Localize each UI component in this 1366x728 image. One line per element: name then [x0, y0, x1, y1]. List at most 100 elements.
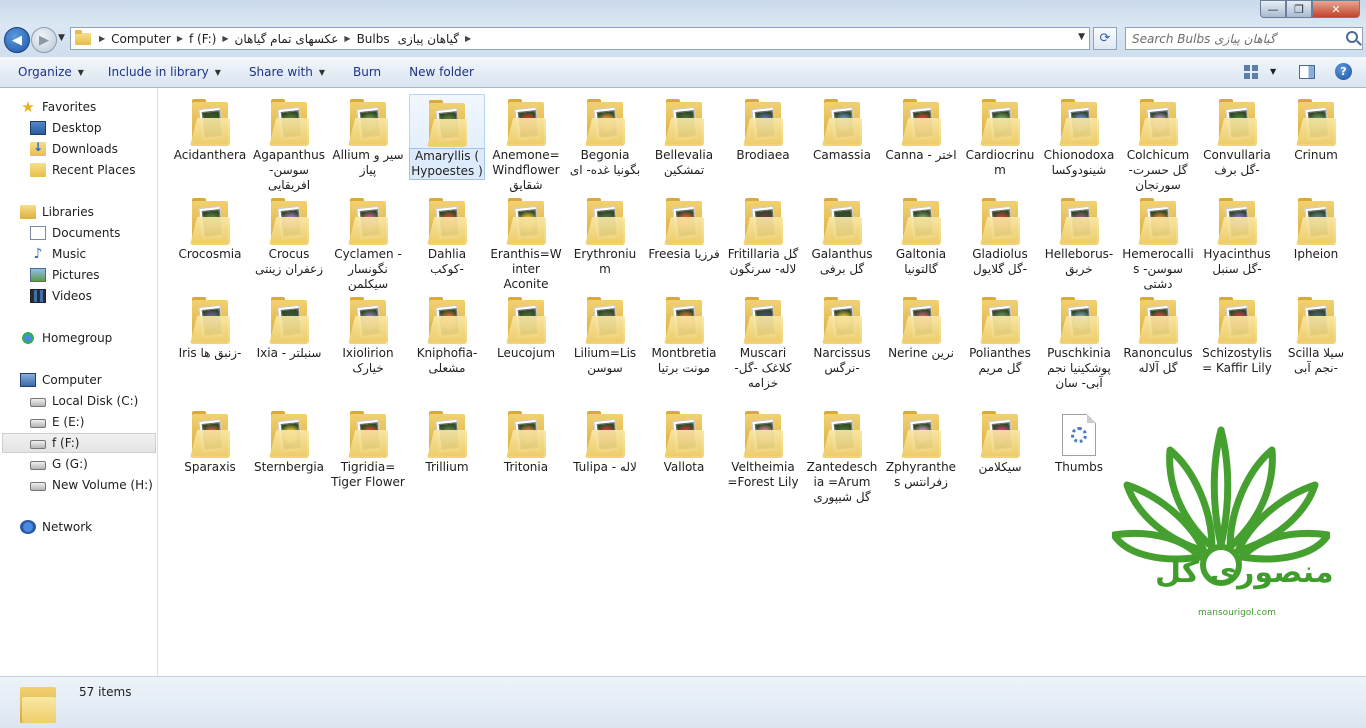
folder-item[interactable]: Amaryllis ( Hypoestes ) [409, 94, 485, 180]
folder-item[interactable]: Sternbergia [251, 406, 327, 475]
folder-item[interactable]: Montbretia مونت برتیا [646, 292, 722, 376]
change-view-icon[interactable] [1244, 65, 1258, 79]
folder-item[interactable]: Crocosmia [172, 193, 248, 262]
help-icon[interactable]: ? [1335, 63, 1352, 80]
folder-item[interactable]: Allium سیر و پیاز [330, 94, 406, 178]
folder-item[interactable]: Dahlia کوکب- [409, 193, 485, 277]
folder-item[interactable]: Cardiocrinum [962, 94, 1038, 178]
nav-downloads[interactable]: Downloads [30, 139, 118, 159]
folder-item[interactable]: Helleborus- خربق [1041, 193, 1117, 277]
preview-pane-icon[interactable] [1299, 65, 1315, 79]
breadcrumb-bulb-plants[interactable]: گیاهان پیازی [398, 32, 459, 46]
nav-music[interactable]: ♪ Music [30, 244, 87, 264]
folder-item[interactable]: Colchicum گل حسرت- سورنجان [1120, 94, 1196, 193]
folder-item[interactable]: Sparaxis [172, 406, 248, 475]
folder-item[interactable]: Lilium=Lis سوسن [567, 292, 643, 376]
folder-item[interactable]: Tigridia= Tiger Flower [330, 406, 406, 490]
folder-item[interactable]: Galanthus گل برفی [804, 193, 880, 277]
nav-documents[interactable]: Documents [30, 223, 120, 243]
folder-item[interactable]: Narcissus نرگس- [804, 292, 880, 376]
folder-item[interactable]: Polianthes گل مریم [962, 292, 1038, 376]
folder-item[interactable]: Gladiolus گل گلایول- [962, 193, 1038, 277]
folder-item[interactable]: Cyclamen - نگونسار سیکلمن [330, 193, 406, 292]
minimize-button[interactable]: — [1260, 0, 1286, 18]
folder-item[interactable]: Puschkinia پوشکینیا نجم آبی- سان [1041, 292, 1117, 391]
folder-item[interactable]: Zantedeschia =Arum گل شیپوری [804, 406, 880, 505]
folder-item[interactable]: Schizostylis = Kaffir Lily [1199, 292, 1275, 376]
folder-item[interactable]: Crinum [1278, 94, 1354, 163]
folder-item[interactable]: Muscari کلاغک -گل- خزامه [725, 292, 801, 391]
folder-item[interactable]: Ipheion [1278, 193, 1354, 262]
search-input[interactable]: Search Bulbs گیاهان پیازی [1125, 27, 1363, 50]
folder-label: Cyclamen - نگونسار سیکلمن [334, 247, 402, 291]
folder-item[interactable]: Chionodoxa شینودوکسا [1041, 94, 1117, 178]
address-bar[interactable]: ▶ Computer ▶ f (F:) ▶ عکسهای تمام گیاهان… [70, 27, 1090, 50]
folder-item[interactable]: Zphyranthes زفرانتس [883, 406, 959, 490]
folder-item[interactable]: Brodiaea [725, 94, 801, 163]
folder-item[interactable]: Hemerocallis سوسن- دشتی [1120, 193, 1196, 292]
folder-item[interactable]: Eranthis=Winter Aconite [488, 193, 564, 292]
folder-item[interactable]: Ixiolirion خیارک [330, 292, 406, 376]
folder-item[interactable]: Ranonculus گل آلاله [1120, 292, 1196, 376]
breadcrumb-bulbs[interactable]: Bulbs [357, 32, 390, 46]
chevron-down-icon[interactable]: ▼ [1270, 67, 1276, 76]
folder-item[interactable]: Tritonia [488, 406, 564, 475]
nav-pictures[interactable]: Pictures [30, 265, 100, 285]
refresh-button[interactable]: ⟳ [1093, 27, 1117, 50]
nav-recent-places[interactable]: Recent Places [30, 160, 135, 180]
nav-libraries[interactable]: Libraries [20, 202, 94, 222]
burn-button[interactable]: Burn [353, 65, 381, 79]
folder-item[interactable]: Anemone=Windflower شقایق [488, 94, 564, 193]
folder-item[interactable]: Scilla سیلا نجم آبی- [1278, 292, 1354, 376]
folder-item[interactable]: Bellevalia تمشکین [646, 94, 722, 178]
folder-item[interactable]: Trillium [409, 406, 485, 475]
back-button[interactable]: ◀ [4, 27, 30, 53]
nav-videos[interactable]: Videos [30, 286, 92, 306]
folder-item[interactable]: سیکلامن [962, 406, 1038, 475]
folder-item[interactable]: Canna - اختر [883, 94, 959, 163]
nav-favorites[interactable]: ★ Favorites [20, 97, 96, 117]
folder-item[interactable]: Hyacinthus گل سنبل- [1199, 193, 1275, 277]
organize-button[interactable]: Organize ▼ [18, 65, 84, 79]
folder-item[interactable]: Veltheimia =Forest Lily [725, 406, 801, 490]
folder-item[interactable]: Iris زنبق ها- [172, 292, 248, 361]
folder-item[interactable]: Vallota [646, 406, 722, 475]
folder-item[interactable]: Convullaria گل برف- [1199, 94, 1275, 178]
thumbs-file[interactable]: Thumbs [1041, 406, 1117, 475]
folder-item[interactable]: Galtonia گالتونیا [883, 193, 959, 277]
close-button[interactable]: ✕ [1312, 0, 1360, 18]
folder-item[interactable]: Nerine نرین [883, 292, 959, 361]
folder-item[interactable]: Tulipa - لاله [567, 406, 643, 475]
address-dropdown-button[interactable]: ▼ [1078, 32, 1085, 42]
folder-item[interactable]: Agapanthus سوسن- افریقایی [251, 94, 327, 193]
folder-item[interactable]: Begonia بگونیا غده- ای [567, 94, 643, 178]
nav-network[interactable]: Network [20, 517, 92, 537]
nav-computer[interactable]: Computer [20, 370, 102, 390]
include-in-library-button[interactable]: Include in library ▼ [108, 65, 221, 79]
nav-drive-e[interactable]: E (E:) [30, 412, 84, 432]
new-folder-button[interactable]: New folder [409, 65, 474, 79]
nav-drive-c[interactable]: Local Disk (C:) [30, 391, 138, 411]
folder-item[interactable]: Crocus زعفران زینتی [251, 193, 327, 277]
nav-homegroup[interactable]: Homegroup [20, 328, 112, 348]
breadcrumb-computer[interactable]: Computer [111, 32, 171, 46]
folder-item[interactable]: Kniphofia- مشعلی [409, 292, 485, 376]
folder-item[interactable]: Erythronium [567, 193, 643, 277]
nav-desktop[interactable]: Desktop [30, 118, 102, 138]
recent-pages-dropdown[interactable]: ▼ [58, 33, 65, 43]
folder-item[interactable]: Freesia فرزیا [646, 193, 722, 262]
nav-drive-h[interactable]: New Volume (H:) [30, 475, 153, 495]
share-label: Share with [248, 65, 313, 79]
folder-item[interactable]: Camassia [804, 94, 880, 163]
share-with-button[interactable]: Share with ▼ [249, 65, 325, 79]
nav-drive-g[interactable]: G (G:) [30, 454, 88, 474]
nav-drive-f[interactable]: f (F:) [2, 433, 156, 453]
folder-item[interactable]: Ixia - سنبلتر [251, 292, 327, 361]
folder-item[interactable]: Leucojum [488, 292, 564, 361]
maximize-button[interactable]: ❐ [1286, 0, 1312, 18]
breadcrumb-all-plants[interactable]: عکسهای تمام گیاهان [235, 32, 339, 46]
breadcrumb-drive-f[interactable]: f (F:) [189, 32, 216, 46]
folder-item[interactable]: Fritillaria گل لاله- سرنگون [725, 193, 801, 277]
folder-item[interactable]: Acidanthera [172, 94, 248, 163]
forward-button[interactable]: ▶ [31, 27, 57, 53]
